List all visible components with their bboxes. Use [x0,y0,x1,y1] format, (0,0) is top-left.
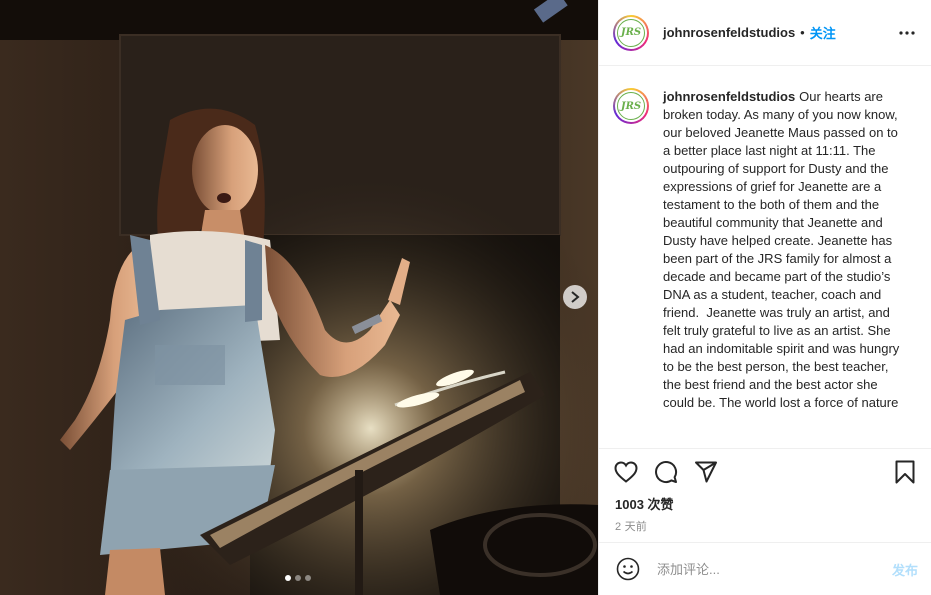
paper-plane-icon [695,461,717,482]
comment-input[interactable] [655,560,892,578]
caption-text: johnrosenfeldstudios Our hearts are broke… [663,88,903,412]
caption-comment: JRS johnrosenfeldstudios Our hearts are b… [599,66,931,412]
smiley-icon [616,557,640,581]
carousel-next-button[interactable] [563,285,587,309]
comment-bubble-icon [655,460,678,483]
carousel-dot-2[interactable] [295,575,301,581]
separator-dot: • [800,25,805,40]
post-timestamp[interactable]: 2 天前 [615,518,647,534]
post-photo[interactable] [0,0,598,595]
caption-username[interactable]: johnrosenfeldstudios [663,89,795,104]
caption-avatar[interactable]: JRS [613,88,649,124]
avatar-frame: JRS [615,90,647,122]
caption-body: Our hearts are broken today. As many of … [663,89,903,410]
more-dots-icon [899,31,915,35]
post-comment-button[interactable]: 发布 [892,560,918,579]
jrs-logo: JRS [617,18,645,47]
carousel-dot-1[interactable] [285,575,291,581]
heart-icon [614,460,638,483]
post-details-panel: JRS johnrosenfeldstudios • 关注 JRS johnro… [598,0,931,595]
save-button[interactable] [892,459,918,485]
avatar[interactable]: JRS [613,14,649,51]
caption-scroll-area[interactable]: JRS johnrosenfeldstudios Our hearts are b… [599,66,931,448]
carousel-dot-3[interactable] [305,575,311,581]
post-header: JRS johnrosenfeldstudios • 关注 [599,0,931,66]
chevron-right-icon [571,291,580,303]
more-options-button[interactable] [897,24,917,42]
jrs-logo: JRS [617,92,645,120]
like-button[interactable] [613,459,639,485]
follow-button[interactable]: 关注 [810,23,836,42]
share-button[interactable] [693,459,719,485]
carousel-indicator [285,575,311,581]
username-link[interactable]: johnrosenfeldstudios [663,25,795,40]
emoji-button[interactable] [615,556,641,582]
action-bar [599,448,931,494]
comment-bar: 发布 [599,542,931,595]
studio-photo-illustration [0,0,598,595]
bookmark-icon [895,460,915,483]
like-count[interactable]: 1003 次赞 [615,494,674,513]
avatar-frame: JRS [615,16,647,49]
comment-button[interactable] [653,459,679,485]
